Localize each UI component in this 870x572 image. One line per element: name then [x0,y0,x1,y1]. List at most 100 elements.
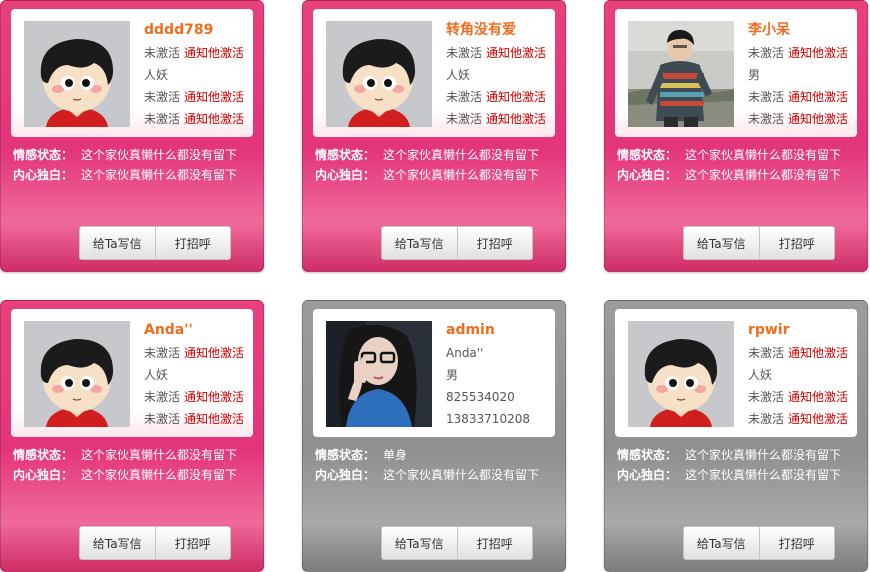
write-letter-button[interactable]: 给Ta写信 [80,527,155,559]
profile-info: admin Anda'' 男 825534020 13833710208 [446,321,556,430]
info-row: 人妖 [446,64,556,86]
info-row: 未激活 通知他激活 [144,342,254,364]
avatar[interactable] [24,321,130,427]
notify-activate-link[interactable]: 通知他激活 [184,390,244,404]
feeling-label: 情感状态： [13,148,74,162]
info-row: 未激活 通知他激活 [446,86,556,108]
info-row: 人妖 [144,64,254,86]
row-text: 男 [446,368,459,382]
feeling-row: 情感状态： 这个家伙真懒什么都没有留下 [617,445,862,465]
avatar[interactable] [326,321,432,427]
notify-activate-link[interactable]: 通知他激活 [486,46,546,60]
info-row: 未激活 通知他激活 [144,42,254,64]
username-link[interactable]: admin [446,321,556,339]
heart-row: 内心独白： 这个家伙真懒什么都没有留下 [315,465,560,485]
heart-label: 内心独白： [617,168,678,182]
profile-info: dddd789 未激活 通知他激活 人妖 未激活 通知他激活 未激活 通知他激活 [144,21,254,130]
notify-activate-link[interactable]: 通知他激活 [486,90,546,104]
row-text: 825534020 [446,390,515,404]
card-profile-panel: 李小呆 未激活 通知他激活男未激活 通知他激活 未激活 通知他激活 [615,9,857,137]
card-actions: 给Ta写信 打招呼 [79,226,231,260]
user-card: Anda'' 未激活 通知他激活 人妖 未激活 通知他激活 未激活 通知他激活 情感状态：这… [0,300,264,572]
greet-button[interactable]: 打招呼 [154,527,231,559]
heart-row: 内心独白： 这个家伙真懒什么都没有留下 [13,465,258,485]
avatar[interactable] [24,21,130,127]
feeling-value: 这个家伙真懒什么都没有留下 [81,148,238,162]
notify-activate-link[interactable]: 通知他激活 [788,412,848,426]
greet-button[interactable]: 打招呼 [456,527,533,559]
feeling-value: 这个家伙真懒什么都没有留下 [685,448,842,462]
write-letter-button[interactable]: 给Ta写信 [382,527,457,559]
feeling-row: 情感状态： 这个家伙真懒什么都没有留下 [13,145,258,165]
notify-activate-link[interactable]: 通知他激活 [788,346,848,360]
feeling-label: 情感状态： [315,448,376,462]
username-link[interactable]: Anda'' [144,321,254,339]
user-card: 李小呆 未激活 通知他激活男未激活 通知他激活 未激活 通知他激活 情感状态： 这个家伙真… [604,0,868,272]
profile-info: rpwir 未激活 通知他激活 人妖 未激活 通知他激活 未激活 通知他激活 [748,321,858,430]
card-actions: 给Ta写信 打招呼 [381,526,533,560]
heart-label: 内心独白： [315,468,376,482]
write-letter-button[interactable]: 给Ta写信 [80,227,155,259]
notify-activate-link[interactable]: 通知他激活 [184,90,244,104]
card-description: 情感状态： 这个家伙真懒什么都没有留下 内心独白： 这个家伙真懒什么都没有留下 [13,445,258,485]
write-letter-button[interactable]: 给Ta写信 [684,227,759,259]
notify-activate-link[interactable]: 通知他激活 [788,46,848,60]
info-row: 未激活 通知他激活 [144,408,254,430]
row-text: 未激活 [748,90,785,104]
feeling-row: 情感状态： 这个家伙真懒什么都没有留下 [315,145,560,165]
username-link[interactable]: 李小呆 [748,21,858,39]
notify-activate-link[interactable]: 通知他激活 [184,112,244,126]
greet-button[interactable]: 打招呼 [758,527,835,559]
username-link[interactable]: 转角没有爱 [446,21,556,39]
notify-activate-link[interactable]: 通知他激活 [788,390,848,404]
greet-button[interactable]: 打招呼 [456,227,533,259]
greet-button[interactable]: 打招呼 [758,227,835,259]
row-text: 未激活 [748,390,785,404]
greet-button[interactable]: 打招呼 [154,227,231,259]
row-text: 未激活 [144,46,181,60]
feeling-row: 情感状态： 单身 [315,445,560,465]
heart-value: 这个家伙真懒什么都没有留下 [685,168,842,182]
info-row: 未激活 通知他激活 [144,386,254,408]
heart-row: 内心独白： 这个家伙真懒什么都没有留下 [13,165,258,185]
row-text: 人妖 [144,68,169,82]
notify-activate-link[interactable]: 通知他激活 [788,112,848,126]
info-row: 未激活 通知他激活 [446,42,556,64]
row-text: 未激活 [446,90,483,104]
username-link[interactable]: dddd789 [144,21,254,39]
feeling-value: 单身 [383,448,408,462]
notify-activate-link[interactable]: 通知他激活 [486,112,546,126]
write-letter-button[interactable]: 给Ta写信 [382,227,457,259]
card-actions: 给Ta写信 打招呼 [381,226,533,260]
info-row: 未激活 通知他激活 [748,386,858,408]
heart-row: 内心独白： 这个家伙真懒什么都没有留下 [315,165,560,185]
row-text: 人妖 [144,368,169,382]
info-row: 13833710208 [446,408,556,430]
row-text: 人妖 [446,68,471,82]
info-row: 825534020 [446,386,556,408]
username-link[interactable]: rpwir [748,321,858,339]
info-row: 未激活 通知他激活 [748,108,858,130]
heart-value: 这个家伙真懒什么都没有留下 [383,468,540,482]
user-card: 转角没有爱 未激活 通知他激活 人妖 未激活 通知他激活 未激活 通知他激活 情感状态： 这个… [302,0,566,272]
avatar[interactable] [628,321,734,427]
heart-label: 内心独白： [315,168,376,182]
info-row: 男 [446,364,556,386]
info-row: 未激活 通知他激活 [446,108,556,130]
notify-activate-link[interactable]: 通知他激活 [184,346,244,360]
card-actions: 给Ta写信 打招呼 [683,526,835,560]
notify-activate-link[interactable]: 通知他激活 [184,412,244,426]
notify-activate-link[interactable]: 通知他激活 [788,90,848,104]
info-row: Anda'' [446,342,556,364]
heart-value: 这个家伙真懒什么都没有留下 [81,168,238,182]
card-description: 情感状态： 这个家伙真懒什么都没有留下 内心独白： 这个家伙真懒什么都没有留下 [617,445,862,485]
info-row: 未激活 通知他激活 [748,408,858,430]
write-letter-button[interactable]: 给Ta写信 [684,527,759,559]
row-text: 未激活 [748,112,785,126]
user-card: admin Anda'' 男 825534020 13833710208 情感状态： 单… [302,300,566,572]
heart-label: 内心独白： [13,468,74,482]
heart-label: 内心独白： [617,468,678,482]
notify-activate-link[interactable]: 通知他激活 [184,46,244,60]
avatar[interactable] [326,21,432,127]
avatar[interactable] [628,21,734,127]
